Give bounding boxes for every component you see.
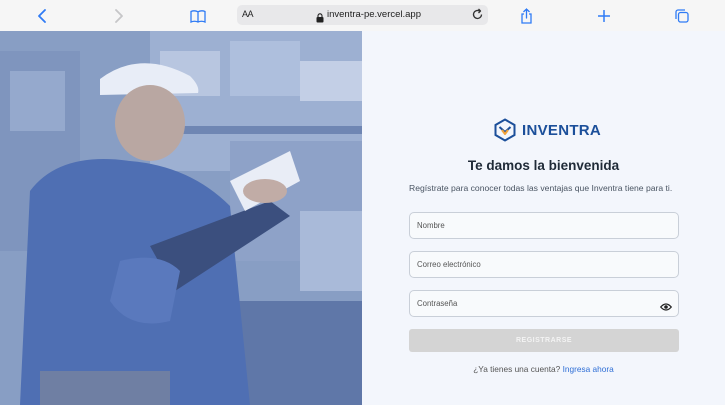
signup-panel: INVENTRA Te damos la bienvenida Regístra… xyxy=(362,31,725,405)
back-icon[interactable] xyxy=(32,6,52,26)
warehouse-worker-photo xyxy=(0,31,362,405)
tabs-icon[interactable] xyxy=(672,6,692,26)
register-button[interactable]: REGISTRARSE xyxy=(409,329,679,352)
eye-icon[interactable] xyxy=(659,299,673,311)
login-prompt: ¿Ya tienes una cuenta? Ingresa ahora xyxy=(362,364,725,374)
page-subtitle: Regístrate para conocer todas las ventaj… xyxy=(409,183,673,193)
brand-name: INVENTRA xyxy=(522,121,602,139)
password-input[interactable] xyxy=(410,291,678,316)
new-tab-icon[interactable] xyxy=(594,6,614,26)
text-size-button[interactable]: AA xyxy=(242,9,254,19)
email-field[interactable] xyxy=(409,251,679,278)
password-field[interactable] xyxy=(409,290,679,317)
url-text[interactable]: inventra-pe.vercel.app xyxy=(327,9,421,20)
name-input[interactable] xyxy=(410,213,678,238)
forward-icon[interactable] xyxy=(109,6,129,26)
bookmarks-icon[interactable] xyxy=(188,6,208,26)
have-account-text: ¿Ya tienes una cuenta? xyxy=(473,364,561,374)
browser-toolbar: AA inventra-pe.vercel.app xyxy=(0,0,725,31)
name-field[interactable] xyxy=(409,212,679,239)
brand-logo: INVENTRA xyxy=(493,118,601,142)
inventra-logo-icon xyxy=(494,118,516,142)
lock-icon xyxy=(316,10,324,28)
hero-image xyxy=(0,31,362,405)
reload-icon[interactable] xyxy=(471,8,484,26)
address-bar[interactable]: AA inventra-pe.vercel.app xyxy=(237,5,488,25)
page-title: Te damos la bienvenida xyxy=(467,158,620,173)
login-link[interactable]: Ingresa ahora xyxy=(563,364,614,374)
email-input[interactable] xyxy=(410,252,678,277)
share-icon[interactable] xyxy=(516,6,536,26)
